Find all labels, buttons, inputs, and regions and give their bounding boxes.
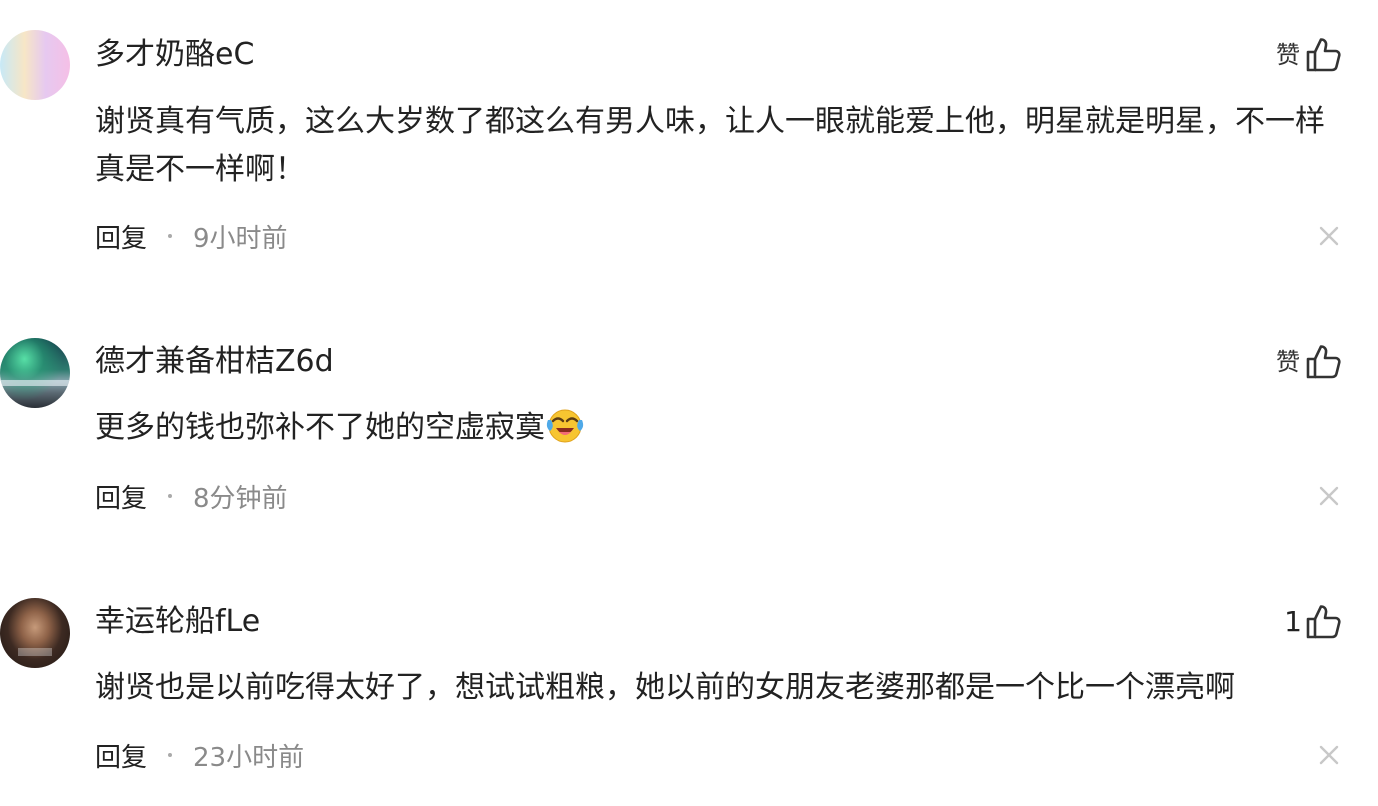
reply-button[interactable]: 回复: [95, 737, 147, 774]
comment-text: 谢贤也是以前吃得太好了，想试试粗粮，她以前的女朋友老婆那都是一个比一个漂亮啊: [95, 664, 1340, 712]
avatar[interactable]: [0, 598, 70, 668]
separator-dot: [168, 494, 173, 498]
thumbs-up-icon: [1306, 345, 1341, 379]
like-label: 赞: [1276, 348, 1300, 376]
avatar[interactable]: [0, 30, 70, 100]
separator-dot: [168, 234, 173, 238]
username[interactable]: 幸运轮船fLe: [95, 602, 260, 642]
comment-meta: 回复 8分钟前: [95, 476, 288, 516]
separator-dot: [168, 753, 173, 757]
comment-item: 多才奶酪eC 赞 谢贤真有气质，这么大岁数了都这么有男人味，让人一眼就能爱上他，…: [0, 0, 1378, 270]
like-button[interactable]: 1: [1282, 602, 1344, 642]
comment-meta: 回复 23小时前: [95, 735, 304, 775]
reply-button[interactable]: 回复: [95, 478, 147, 515]
comment-item: 幸运轮船fLe 1 谢贤也是以前吃得太好了，想试试粗粮，她以前的女朋友老婆那都是…: [0, 540, 1378, 806]
timestamp: 8分钟前: [193, 483, 288, 514]
avatar[interactable]: [0, 338, 70, 408]
like-label: 赞: [1276, 41, 1300, 69]
thumbs-up-icon: [1306, 605, 1341, 639]
comment-text-body: 更多的钱也弥补不了她的空虚寂寞: [95, 410, 545, 445]
reply-button[interactable]: 回复: [95, 218, 147, 255]
close-icon[interactable]: [1318, 744, 1340, 766]
comment-text: 谢贤真有气质，这么大岁数了都这么有男人味，让人一眼就能爱上他，明星就是明星，不一…: [95, 98, 1340, 194]
like-button[interactable]: 赞: [1276, 35, 1344, 75]
like-button[interactable]: 赞: [1276, 342, 1344, 382]
thumbs-up-icon: [1306, 38, 1341, 72]
comment-text-body: 谢贤也是以前吃得太好了，想试试粗粮，她以前的女朋友老婆那都是一个比一个漂亮啊: [95, 670, 1235, 705]
comment-item: 德才兼备柑桔Z6d 赞 更多的钱也弥补不了她的空虚寂寞 回复 8分钟前: [0, 270, 1378, 540]
username[interactable]: 多才奶酪eC: [95, 35, 254, 75]
crying-laughing-emoji-icon: [546, 409, 584, 443]
close-icon[interactable]: [1318, 225, 1340, 247]
like-count: 1: [1284, 605, 1302, 638]
timestamp: 9小时前: [193, 223, 288, 254]
comment-text: 更多的钱也弥补不了她的空虚寂寞: [95, 404, 1340, 452]
username[interactable]: 德才兼备柑桔Z6d: [95, 342, 334, 382]
timestamp: 23小时前: [193, 742, 305, 773]
comment-meta: 回复 9小时前: [95, 216, 288, 256]
close-icon[interactable]: [1318, 485, 1340, 507]
comment-text-body: 谢贤真有气质，这么大岁数了都这么有男人味，让人一眼就能爱上他，明星就是明星，不一…: [95, 104, 1325, 187]
